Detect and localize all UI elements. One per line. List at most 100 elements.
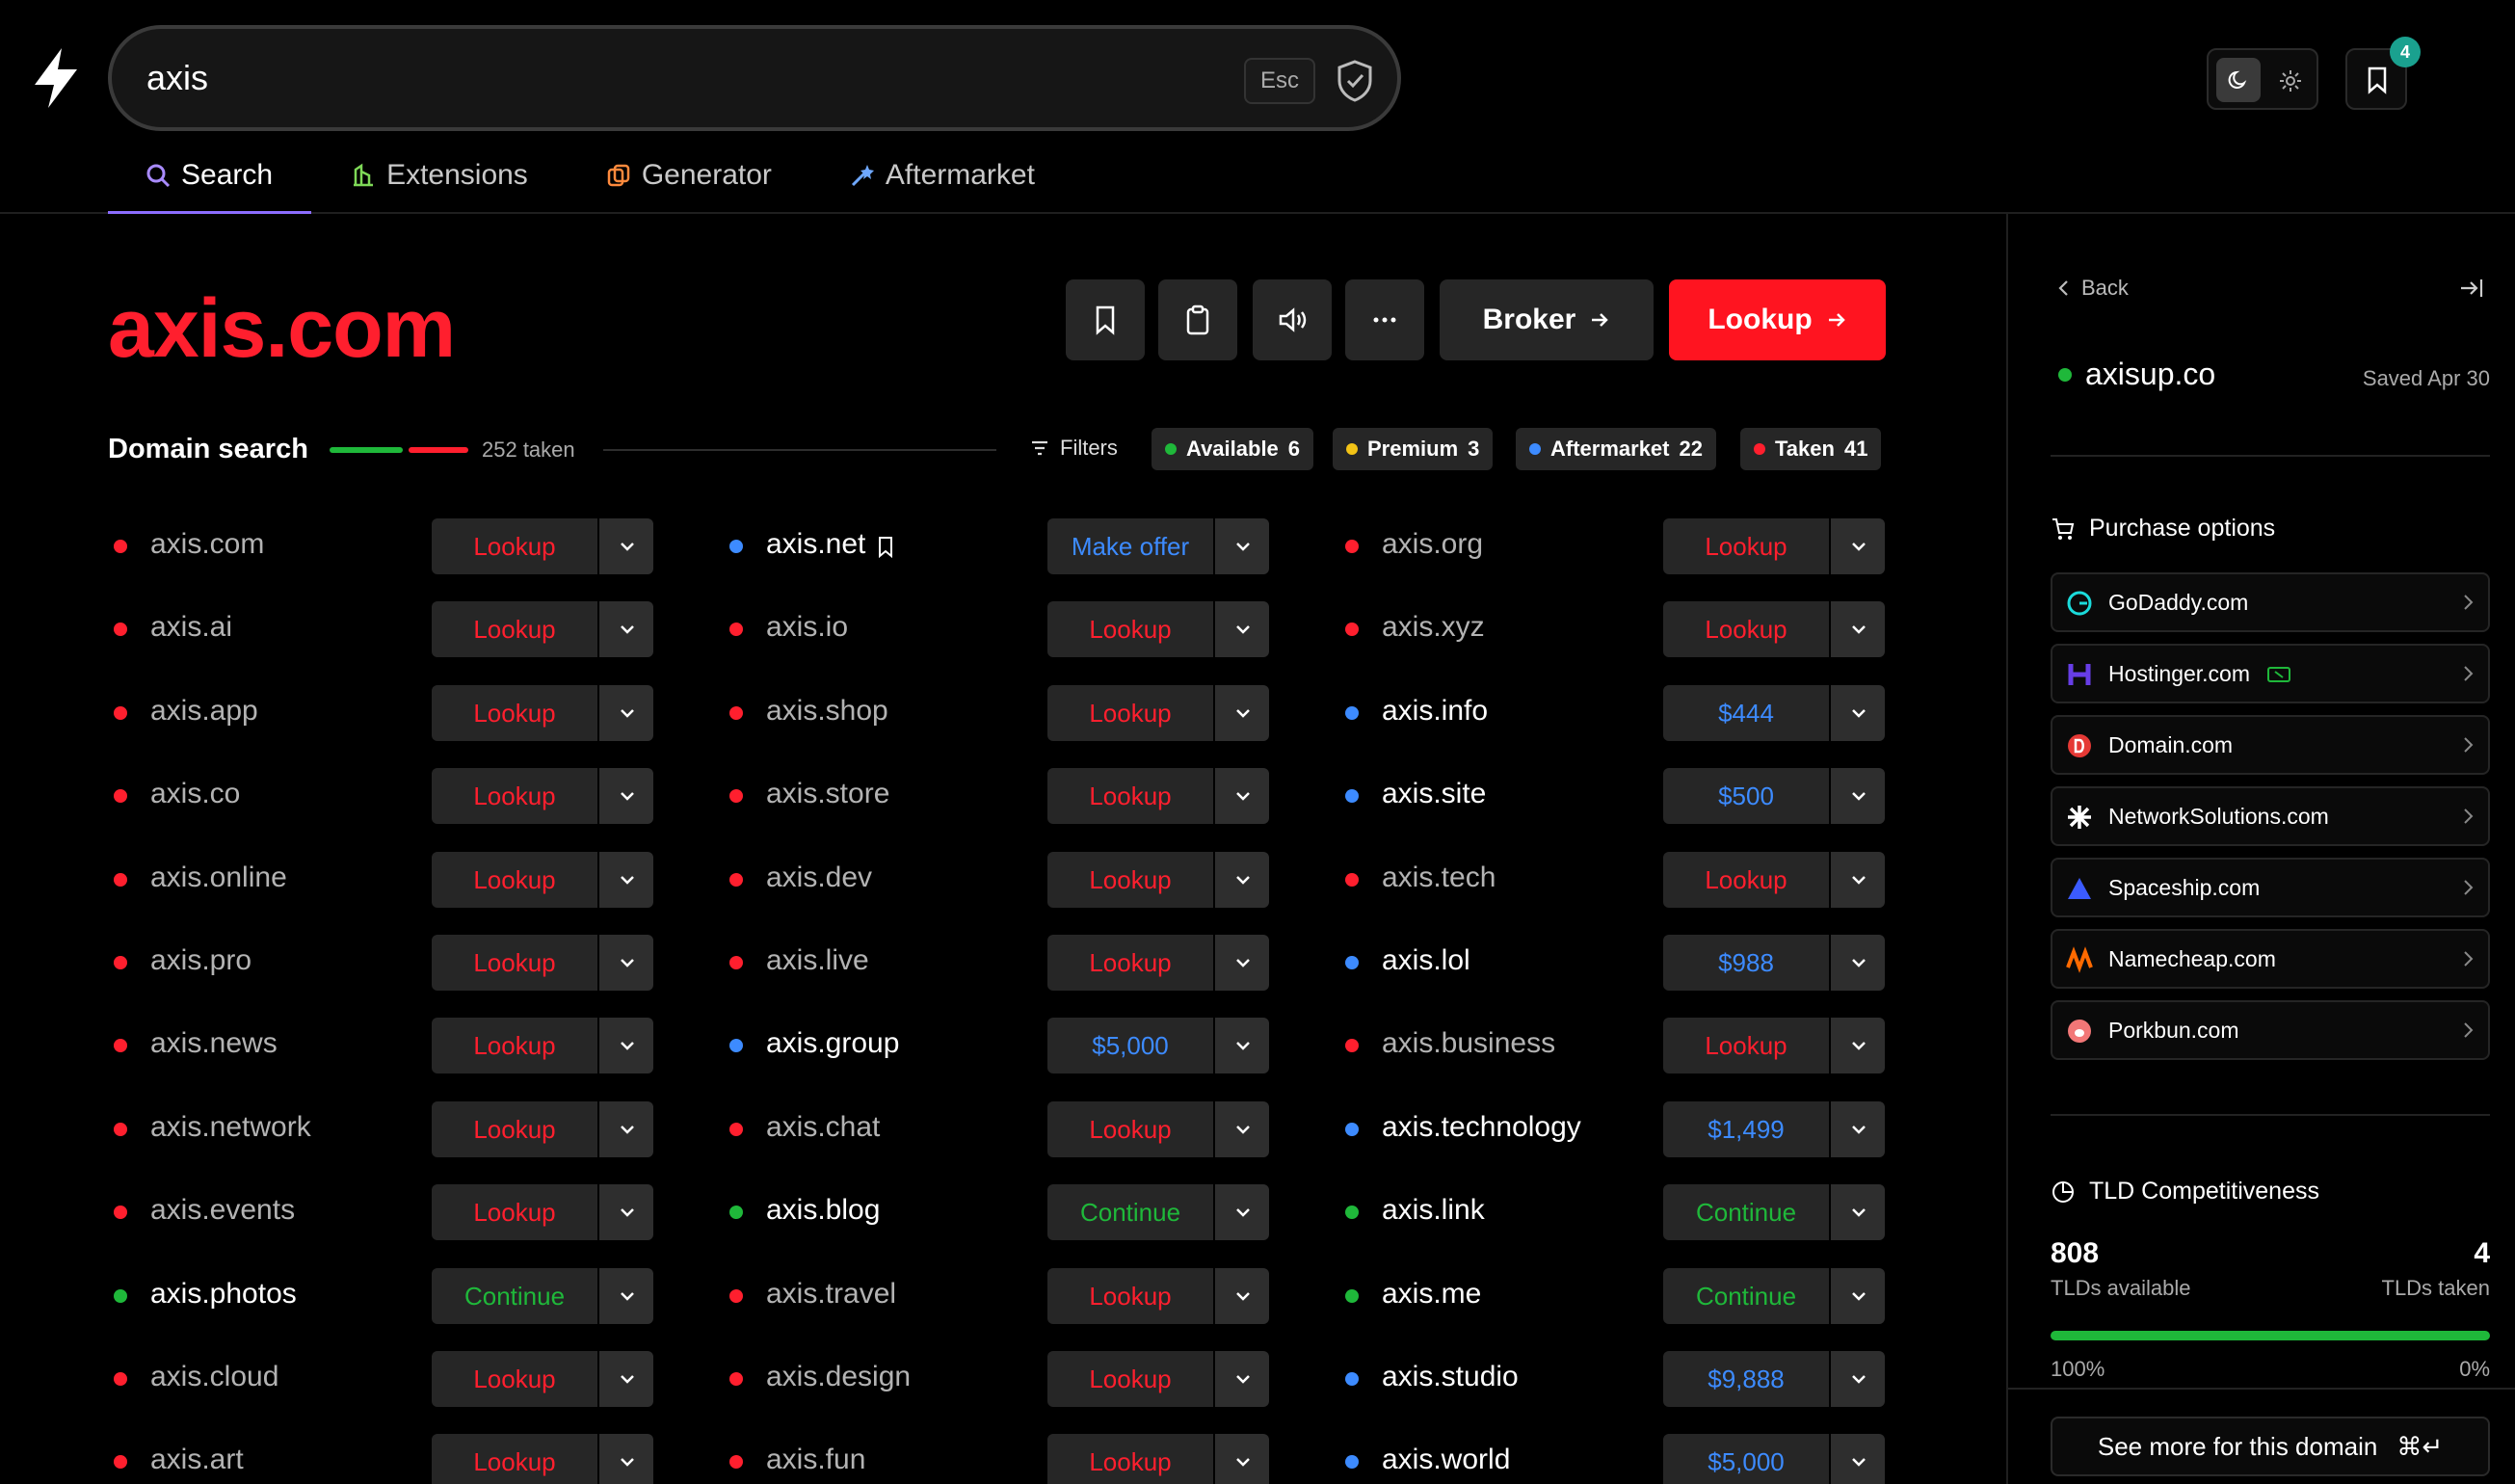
domain-action-button[interactable]: $500 xyxy=(1663,768,1829,825)
domain-row[interactable]: axis.org Lookup xyxy=(1339,518,1898,574)
domain-row[interactable]: axis.world $5,000 xyxy=(1339,1434,1898,1484)
domain-action-button[interactable]: Lookup xyxy=(432,1100,597,1157)
domain-row[interactable]: axis.news Lookup xyxy=(108,1018,667,1074)
domain-row[interactable]: axis.network Lookup xyxy=(108,1100,667,1157)
copy-button[interactable] xyxy=(1158,279,1237,360)
domain-name[interactable]: axis.site xyxy=(1382,778,1486,810)
domain-dropdown-button[interactable] xyxy=(1213,518,1269,574)
pronounce-button[interactable] xyxy=(1253,279,1332,360)
domain-action-button[interactable]: Lookup xyxy=(432,684,597,741)
domain-dropdown-button[interactable] xyxy=(1213,1351,1269,1407)
domain-dropdown-button[interactable] xyxy=(1213,684,1269,741)
domain-dropdown-button[interactable] xyxy=(1213,1018,1269,1074)
domain-action-button[interactable]: Lookup xyxy=(432,1434,597,1484)
domain-name[interactable]: axis.online xyxy=(150,861,287,894)
domain-action-button[interactable]: Lookup xyxy=(1047,684,1213,741)
domain-row[interactable]: axis.chat Lookup xyxy=(724,1100,1283,1157)
bookmark-icon[interactable] xyxy=(876,536,895,559)
domain-action-button[interactable]: Lookup xyxy=(1047,1100,1213,1157)
domain-dropdown-button[interactable] xyxy=(1213,1100,1269,1157)
filter-chip-taken[interactable]: Taken 41 xyxy=(1740,428,1882,470)
domain-row[interactable]: axis.art Lookup xyxy=(108,1434,667,1484)
domain-dropdown-button[interactable] xyxy=(597,1351,653,1407)
domain-name[interactable]: axis.com xyxy=(150,528,264,561)
domain-dropdown-button[interactable] xyxy=(1829,518,1885,574)
domain-dropdown-button[interactable] xyxy=(597,684,653,741)
domain-dropdown-button[interactable] xyxy=(1213,1434,1269,1484)
domain-row[interactable]: axis.cloud Lookup xyxy=(108,1351,667,1407)
domain-name[interactable]: axis.studio xyxy=(1382,1361,1519,1393)
domain-action-button[interactable]: Lookup xyxy=(1047,1351,1213,1407)
domain-name[interactable]: axis.lol xyxy=(1382,944,1470,977)
domain-action-button[interactable]: Lookup xyxy=(432,768,597,825)
domain-name[interactable]: axis.pro xyxy=(150,944,252,977)
domain-name[interactable]: axis.shop xyxy=(766,695,888,728)
domain-dropdown-button[interactable] xyxy=(1829,601,1885,658)
dark-mode-option[interactable] xyxy=(2216,58,2261,102)
back-button[interactable]: Back xyxy=(2056,276,2129,301)
domain-dropdown-button[interactable] xyxy=(597,601,653,658)
domain-row[interactable]: axis.co Lookup xyxy=(108,768,667,825)
domain-action-button[interactable]: Lookup xyxy=(1663,518,1829,574)
domain-action-button[interactable]: Lookup xyxy=(432,518,597,574)
domain-action-button[interactable]: Lookup xyxy=(1047,1267,1213,1324)
domain-row[interactable]: axis.events Lookup xyxy=(108,1184,667,1241)
domain-row[interactable]: axis.site $500 xyxy=(1339,768,1898,825)
domain-row[interactable]: axis.blog Continue xyxy=(724,1184,1283,1241)
domain-row[interactable]: axis.com Lookup xyxy=(108,518,667,574)
domain-row[interactable]: axis.live Lookup xyxy=(724,935,1283,991)
collapse-panel-icon[interactable] xyxy=(2457,274,2486,303)
domain-dropdown-button[interactable] xyxy=(597,1018,653,1074)
registrar-domain-com[interactable]: Domain.com xyxy=(2051,715,2490,775)
domain-dropdown-button[interactable] xyxy=(1213,1267,1269,1324)
registrar-porkbun-com[interactable]: Porkbun.com xyxy=(2051,1000,2490,1060)
domain-dropdown-button[interactable] xyxy=(1829,768,1885,825)
search-bar[interactable]: Esc xyxy=(108,25,1401,131)
registrar-namecheap-com[interactable]: Namecheap.com xyxy=(2051,929,2490,989)
domain-dropdown-button[interactable] xyxy=(597,518,653,574)
domain-action-button[interactable]: Lookup xyxy=(1663,1018,1829,1074)
registrar-spaceship-com[interactable]: Spaceship.com xyxy=(2051,858,2490,917)
domain-dropdown-button[interactable] xyxy=(1829,935,1885,991)
esc-key-hint[interactable]: Esc xyxy=(1244,58,1315,104)
domain-dropdown-button[interactable] xyxy=(1829,1267,1885,1324)
domain-row[interactable]: axis.business Lookup xyxy=(1339,1018,1898,1074)
domain-row[interactable]: axis.travel Lookup xyxy=(724,1267,1283,1324)
domain-action-button[interactable]: Continue xyxy=(432,1267,597,1324)
domain-dropdown-button[interactable] xyxy=(1829,1184,1885,1241)
domain-dropdown-button[interactable] xyxy=(1213,935,1269,991)
sun-icon[interactable] xyxy=(2278,68,2303,93)
bolt-logo-icon[interactable] xyxy=(29,46,83,110)
domain-dropdown-button[interactable] xyxy=(1829,1351,1885,1407)
shield-check-icon[interactable] xyxy=(1334,58,1376,104)
domain-name[interactable]: axis.events xyxy=(150,1194,295,1227)
domain-row[interactable]: axis.studio $9,888 xyxy=(1339,1351,1898,1407)
domain-dropdown-button[interactable] xyxy=(1213,851,1269,908)
domain-action-button[interactable]: Make offer xyxy=(1047,518,1213,574)
domain-row[interactable]: axis.technology $1,499 xyxy=(1339,1100,1898,1157)
domain-name[interactable]: axis.cloud xyxy=(150,1361,278,1393)
domain-row[interactable]: axis.tech Lookup xyxy=(1339,851,1898,908)
domain-action-button[interactable]: Lookup xyxy=(1047,601,1213,658)
domain-name[interactable]: axis.dev xyxy=(766,861,872,894)
domain-name[interactable]: axis.news xyxy=(150,1027,278,1060)
domain-row[interactable]: axis.lol $988 xyxy=(1339,935,1898,991)
domain-dropdown-button[interactable] xyxy=(597,1100,653,1157)
domain-action-button[interactable]: $5,000 xyxy=(1663,1434,1829,1484)
registrar-hostinger-com[interactable]: Hostinger.com xyxy=(2051,644,2490,703)
domain-action-button[interactable]: Continue xyxy=(1663,1184,1829,1241)
domain-row[interactable]: axis.dev Lookup xyxy=(724,851,1283,908)
domain-row[interactable]: axis.fun Lookup xyxy=(724,1434,1283,1484)
domain-dropdown-button[interactable] xyxy=(1829,851,1885,908)
domain-name[interactable]: axis.group xyxy=(766,1027,899,1060)
domain-dropdown-button[interactable] xyxy=(1829,684,1885,741)
domain-name[interactable]: axis.link xyxy=(1382,1194,1485,1227)
domain-name[interactable]: axis.world xyxy=(1382,1444,1510,1476)
domain-row[interactable]: axis.pro Lookup xyxy=(108,935,667,991)
domain-row[interactable]: axis.xyz Lookup xyxy=(1339,601,1898,658)
domain-name[interactable]: axis.travel xyxy=(766,1278,896,1311)
domain-action-button[interactable]: $9,888 xyxy=(1663,1351,1829,1407)
domain-name[interactable]: axis.tech xyxy=(1382,861,1496,894)
domain-name[interactable]: axis.store xyxy=(766,778,889,810)
domain-action-button[interactable]: Continue xyxy=(1047,1184,1213,1241)
